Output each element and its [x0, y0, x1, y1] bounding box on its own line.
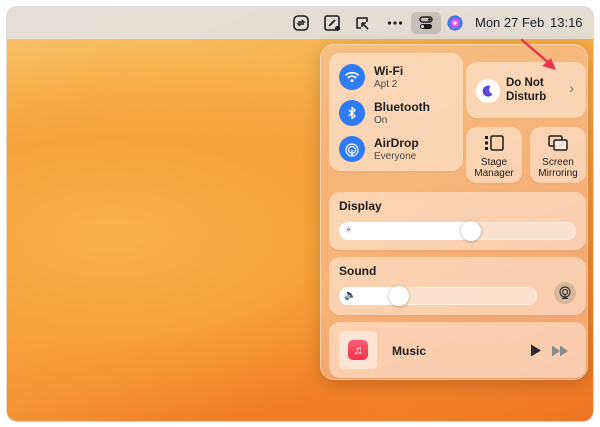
bluetooth-label: Bluetooth [374, 100, 430, 114]
sound-tile: Sound 🔈 [329, 257, 586, 315]
music-title: Music [392, 344, 427, 358]
airdrop-icon [339, 136, 365, 162]
stage-manager-label: Stage Manager [474, 157, 514, 179]
display-brightness-slider[interactable]: ☀ [339, 221, 576, 241]
screen-mirroring-tile[interactable]: Screen Mirroring [530, 127, 586, 183]
chevron-right-icon[interactable]: › [569, 80, 574, 96]
bluetooth-icon [339, 100, 365, 126]
desktop-window: Mon 27 Feb 13:16 Wi-Fi Apt 2 Bluetooth O… [7, 7, 593, 421]
wifi-network: Apt 2 [374, 79, 398, 90]
wifi-label: Wi-Fi [374, 64, 404, 78]
bluetooth-status: On [374, 115, 388, 126]
display-slider-fill [339, 222, 481, 240]
moon-icon [476, 79, 500, 103]
annotation-arrow-icon [520, 38, 562, 81]
screen-mirroring-label: Screen Mirroring [538, 157, 578, 179]
sound-volume-slider[interactable]: 🔈 [339, 286, 537, 306]
network-tile: Wi-Fi Apt 2 Bluetooth On AirDrop Everyon… [329, 53, 463, 171]
display-title: Display [339, 199, 382, 213]
display-tile: Display ☀ [329, 192, 586, 250]
fast-forward-icon[interactable] [551, 344, 569, 362]
music-app-icon: ♫ [348, 340, 368, 360]
stage-manager-tile[interactable]: Stage Manager [466, 127, 522, 183]
speaker-icon: 🔈 [344, 290, 357, 301]
display-slider-knob[interactable] [461, 221, 481, 241]
sun-icon: ☀ [344, 225, 353, 236]
airdrop-toggle[interactable]: AirDrop Everyone [339, 133, 419, 165]
music-tile[interactable]: ♫ Music [329, 322, 586, 378]
album-artwork: ♫ [339, 331, 377, 369]
screen-mirroring-icon [547, 134, 569, 157]
edit-screenshot-icon[interactable] [322, 13, 342, 33]
more-dots-icon[interactable] [385, 13, 405, 33]
window-icon[interactable] [353, 13, 373, 33]
siri-icon[interactable] [445, 13, 465, 33]
wifi-icon [339, 64, 365, 90]
wifi-toggle[interactable]: Wi-Fi Apt 2 [339, 61, 403, 93]
bluetooth-toggle[interactable]: Bluetooth On [339, 97, 430, 129]
stage-manager-icon [484, 134, 504, 157]
menubar-time[interactable]: 13:16 [550, 15, 583, 30]
play-icon[interactable] [530, 344, 542, 362]
control-center-panel: Wi-Fi Apt 2 Bluetooth On AirDrop Everyon… [320, 44, 588, 380]
menu-bar: Mon 27 Feb 13:16 [7, 7, 593, 39]
airplay-audio-icon[interactable] [554, 282, 576, 304]
sync-icon[interactable] [291, 13, 311, 33]
airdrop-status: Everyone [374, 151, 417, 162]
menubar-date[interactable]: Mon 27 Feb [475, 15, 544, 30]
control-center-icon[interactable] [411, 12, 441, 34]
sound-title: Sound [339, 264, 377, 278]
airdrop-label: AirDrop [374, 136, 419, 150]
sound-slider-knob[interactable] [389, 286, 409, 306]
